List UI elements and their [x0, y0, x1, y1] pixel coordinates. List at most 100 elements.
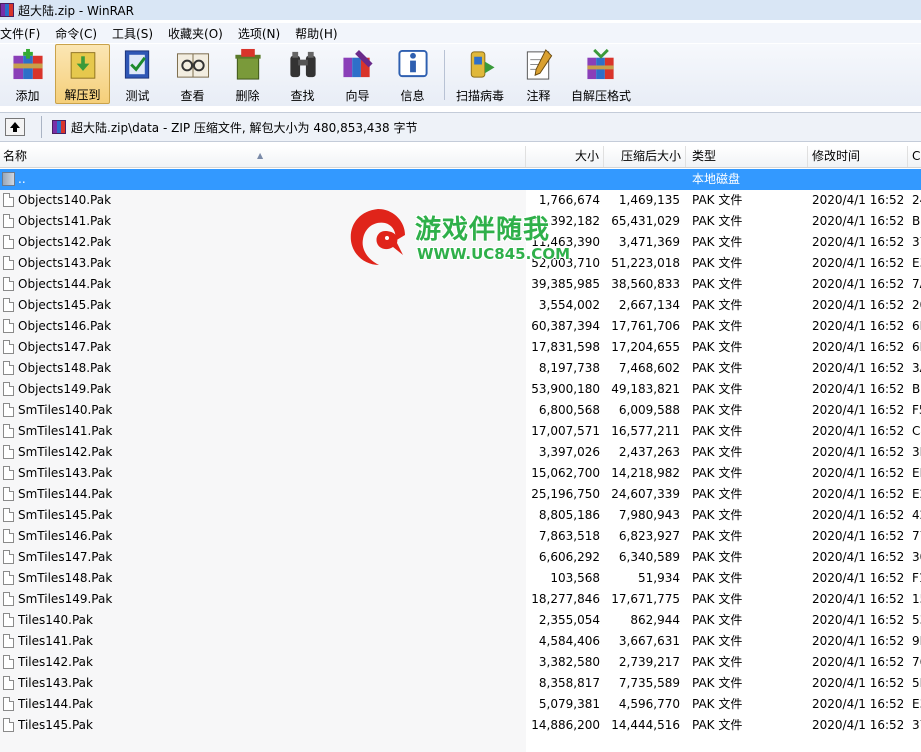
add-icon	[12, 48, 43, 80]
file-name: SmTiles144.Pak	[18, 487, 113, 501]
file-row[interactable]: SmTiles146.Pak 7,863,518 6,823,927 PAK 文件 20…	[0, 526, 921, 547]
wizard-button[interactable]: 向导	[330, 44, 385, 104]
file-row[interactable]: Objects149.Pak 53,900,180 49,183,821 PAK 文件…	[0, 379, 921, 400]
file-packed-size: 17,761,706	[611, 319, 680, 333]
file-row[interactable]: Tiles145.Pak 14,886,200 14,444,516 PAK 文件 20…	[0, 715, 921, 736]
file-row[interactable]: Tiles142.Pak 3,382,580 2,739,217 PAK 文件 2020…	[0, 652, 921, 673]
address-separator	[41, 116, 42, 138]
file-row[interactable]: SmTiles148.Pak 103,568 51,934 PAK 文件 2020/4/…	[0, 568, 921, 589]
file-row[interactable]: Tiles144.Pak 5,079,381 4,596,770 PAK 文件 2020…	[0, 694, 921, 715]
file-size: 3,397,026	[538, 445, 600, 459]
file-row[interactable]: Objects144.Pak 39,385,985 38,560,833 PAK 文件…	[0, 274, 921, 295]
file-row[interactable]: Tiles143.Pak 8,358,817 7,735,589 PAK 文件 2020…	[0, 673, 921, 694]
test-button[interactable]: 测试	[110, 44, 165, 104]
file-modified-time: 2020/4/1 16:52	[812, 508, 905, 522]
file-type: PAK 文件	[692, 529, 743, 543]
menu-file[interactable]: 文件(F)	[0, 25, 47, 42]
file-modified-time: 2020/4/1 16:52	[812, 466, 905, 480]
file-size: 39,385,985	[531, 277, 600, 291]
file-modified-time: 2020/4/1 16:52	[812, 592, 905, 606]
file-type: PAK 文件	[692, 697, 743, 711]
menu-tools[interactable]: 工具(S)	[112, 25, 160, 42]
file-icon	[3, 361, 14, 375]
view-button[interactable]: 查看	[165, 44, 220, 104]
file-row[interactable]: SmTiles140.Pak 6,800,568 6,009,588 PAK 文件 20…	[0, 400, 921, 421]
file-size: 14,886,200	[531, 718, 600, 732]
file-name: Objects144.Pak	[18, 277, 112, 291]
sfx-button[interactable]: 自解压格式	[566, 44, 636, 104]
file-packed-size: 2,667,134	[618, 298, 680, 312]
archive-path[interactable]: 超大陆.zip\data - ZIP 压缩文件, 解包大小为 480,853,4…	[71, 119, 418, 136]
file-crc: F5	[912, 403, 921, 417]
file-type: PAK 文件	[692, 655, 743, 669]
column-header-name[interactable]: 名称 ▲	[0, 146, 526, 167]
comment-button[interactable]: 注释	[511, 44, 566, 104]
file-type: PAK 文件	[692, 634, 743, 648]
menu-options[interactable]: 选项(N)	[238, 25, 287, 42]
file-icon	[3, 277, 14, 291]
title-bar: 超大陆.zip - WinRAR	[0, 0, 921, 20]
file-type: PAK 文件	[692, 382, 743, 396]
file-row[interactable]: Tiles140.Pak 2,355,054 862,944 PAK 文件 2020/4…	[0, 610, 921, 631]
file-name: Tiles145.Pak	[18, 718, 93, 732]
menu-favorites[interactable]: 收藏夹(O)	[168, 25, 230, 42]
file-row[interactable]: SmTiles142.Pak 3,397,026 2,437,263 PAK 文件 20…	[0, 442, 921, 463]
delete-button[interactable]: 删除	[220, 44, 275, 104]
file-type: PAK 文件	[692, 214, 743, 228]
file-modified-time: 2020/4/1 16:52	[812, 424, 905, 438]
column-header-crc[interactable]: C	[908, 146, 921, 167]
extract-to-button[interactable]: 解压到	[55, 44, 110, 104]
sfx-icon	[587, 48, 614, 80]
file-row[interactable]: Objects146.Pak 60,387,394 17,761,706 PAK 文件…	[0, 316, 921, 337]
file-type: PAK 文件	[692, 235, 743, 249]
column-header-mtime[interactable]: 修改时间	[808, 146, 908, 167]
file-modified-time: 2020/4/1 16:52	[812, 550, 905, 564]
file-name: Objects147.Pak	[18, 340, 112, 354]
file-type: PAK 文件	[692, 424, 743, 438]
up-folder-button[interactable]	[5, 118, 25, 136]
file-crc: B	[912, 382, 921, 396]
file-packed-size: 2,437,263	[618, 445, 680, 459]
file-size: 18,277,846	[531, 592, 600, 606]
info-button[interactable]: 信息	[385, 44, 440, 104]
file-row[interactable]: Objects148.Pak 8,197,738 7,468,602 PAK 文件 20…	[0, 358, 921, 379]
file-row[interactable]: Objects145.Pak 3,554,002 2,667,134 PAK 文件 20…	[0, 295, 921, 316]
dragon-logo-icon	[350, 209, 405, 265]
file-row[interactable]: Objects147.Pak 17,831,598 17,204,655 PAK 文件…	[0, 337, 921, 358]
file-row[interactable]: SmTiles145.Pak 8,805,186 7,980,943 PAK 文件 20…	[0, 505, 921, 526]
file-name: Tiles142.Pak	[18, 655, 93, 669]
file-size: 6,606,292	[538, 550, 600, 564]
column-header-size[interactable]: 大小	[526, 146, 604, 167]
file-row[interactable]: SmTiles149.Pak 18,277,846 17,671,775 PAK 文件…	[0, 589, 921, 610]
file-icon	[3, 424, 14, 438]
file-type: PAK 文件	[692, 571, 743, 585]
file-row[interactable]: SmTiles144.Pak 25,196,750 24,607,339 PAK 文件…	[0, 484, 921, 505]
file-crc: 37	[912, 718, 921, 732]
file-size: 17,007,571	[531, 424, 600, 438]
virus-scan-button[interactable]: 扫描病毒	[449, 44, 511, 104]
file-crc: 77	[912, 529, 921, 543]
column-header-packed[interactable]: 压缩后大小	[604, 146, 686, 167]
file-crc: 3E	[912, 445, 921, 459]
file-name: SmTiles143.Pak	[18, 466, 113, 480]
find-icon	[289, 51, 316, 78]
file-packed-size: 51,934	[638, 571, 680, 585]
add-button[interactable]: 添加	[0, 44, 55, 104]
file-icon	[3, 487, 14, 501]
file-crc: 30	[912, 550, 921, 564]
menu-commands[interactable]: 命令(C)	[55, 25, 104, 42]
file-row[interactable]: Tiles141.Pak 4,584,406 3,667,631 PAK 文件 2020…	[0, 631, 921, 652]
file-row[interactable]: SmTiles143.Pak 15,062,700 14,218,982 PAK 文件…	[0, 463, 921, 484]
file-size: 25,196,750	[531, 487, 600, 501]
column-header-type[interactable]: 类型	[686, 146, 808, 167]
file-name: Objects149.Pak	[18, 382, 112, 396]
file-row[interactable]: SmTiles147.Pak 6,606,292 6,340,589 PAK 文件 20…	[0, 547, 921, 568]
file-modified-time: 2020/4/1 16:52	[812, 487, 905, 501]
parent-folder-row[interactable]: .. 本地磁盘	[0, 169, 921, 190]
file-row[interactable]: SmTiles141.Pak 17,007,571 16,577,211 PAK 文件…	[0, 421, 921, 442]
file-modified-time: 2020/4/1 16:52	[812, 235, 905, 249]
menu-help[interactable]: 帮助(H)	[295, 25, 344, 42]
file-crc: 76	[912, 655, 921, 669]
find-button[interactable]: 查找	[275, 44, 330, 104]
file-packed-size: 3,471,369	[618, 235, 680, 249]
